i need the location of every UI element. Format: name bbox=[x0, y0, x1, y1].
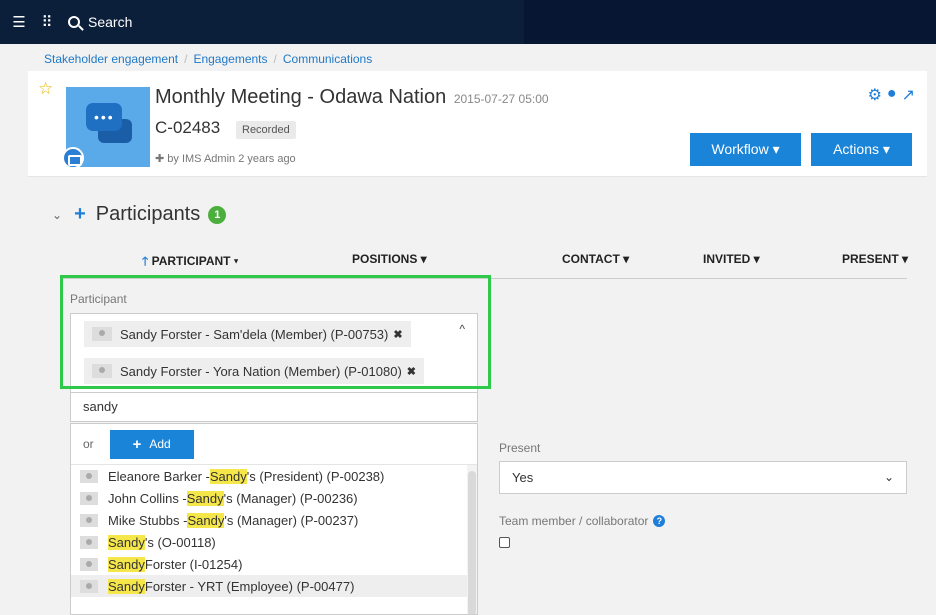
person-icon bbox=[80, 513, 98, 527]
chevron-down-icon: ⌄ bbox=[883, 470, 894, 484]
result-text: John Collins - bbox=[108, 490, 187, 506]
top-navigation-bar: ☰ ⠿ Search bbox=[0, 0, 936, 44]
created-by-byline: ✚ by IMS Admin 2 years ago bbox=[155, 152, 296, 165]
result-text: Forster (I-01254) bbox=[144, 556, 243, 572]
search-result-item[interactable]: Sandy Forster - YRT (Employee) (P-00477) bbox=[71, 575, 477, 597]
help-question-icon[interactable]: ? bbox=[653, 515, 666, 527]
column-header-invited[interactable]: INVITED ▾ bbox=[703, 252, 760, 266]
or-label: or bbox=[83, 437, 94, 451]
search-match-highlight: Sandy bbox=[108, 556, 145, 572]
favorite-star-icon[interactable]: ☆ bbox=[38, 79, 53, 99]
highlight-box bbox=[60, 275, 491, 389]
breadcrumb-link-communications[interactable]: Communications bbox=[283, 52, 372, 66]
status-badge: Recorded bbox=[236, 121, 296, 139]
record-title: Monthly Meeting - Odawa Nation bbox=[155, 86, 447, 108]
result-text: 's (Manager) (P-00237) bbox=[224, 512, 359, 528]
result-text: Eleanore Barker - bbox=[108, 468, 210, 484]
add-participant-plus-icon[interactable]: + bbox=[74, 203, 86, 226]
person-icon bbox=[80, 579, 98, 593]
page-title: Monthly Meeting - Odawa Nation 2015-07-2… bbox=[155, 86, 549, 109]
results-list: Eleanore Barker - Sandy's (President) (P… bbox=[71, 465, 477, 597]
breadcrumb: Stakeholder engagement / Engagements / Commu… bbox=[44, 52, 373, 66]
breadcrumb-link-engagements[interactable]: Engagements bbox=[193, 52, 267, 66]
participant-count-badge: 1 bbox=[208, 205, 227, 224]
record-code: C-02483 bbox=[155, 118, 221, 137]
top-bar-right-area bbox=[524, 0, 936, 44]
person-icon bbox=[80, 491, 98, 505]
dropdown-scrollbar[interactable] bbox=[467, 465, 477, 614]
team-member-checkbox[interactable] bbox=[499, 537, 510, 548]
add-button[interactable]: + Add bbox=[109, 429, 194, 459]
person-icon bbox=[80, 557, 98, 571]
team-member-field-label: Team member / collaborator ? bbox=[499, 514, 666, 528]
search-match-highlight: Sandy bbox=[108, 534, 145, 550]
search-result-item[interactable]: Mike Stubbs - Sandy's (Manager) (P-00237… bbox=[71, 509, 477, 531]
result-text: 's (O-00118) bbox=[144, 534, 216, 550]
camera-icon[interactable] bbox=[62, 147, 84, 169]
person-icon bbox=[80, 469, 98, 483]
global-search[interactable]: Search bbox=[68, 14, 132, 30]
section-title: Participants bbox=[95, 203, 201, 225]
search-icon bbox=[68, 16, 80, 28]
scrollbar-thumb[interactable] bbox=[468, 471, 476, 614]
chat-bubble-icon: ••• bbox=[86, 103, 122, 131]
add-new-row: or + Add bbox=[71, 424, 477, 465]
plus-icon: ✚ bbox=[155, 153, 168, 165]
search-result-item[interactable]: Eleanore Barker - Sandy's (President) (P… bbox=[71, 465, 477, 487]
search-result-item[interactable]: Sandy Forster (I-01254) bbox=[71, 553, 477, 575]
column-header-present[interactable]: PRESENT ▾ bbox=[842, 252, 908, 266]
search-result-item[interactable]: John Collins - Sandy's (Manager) (P-0023… bbox=[71, 487, 477, 509]
globe-icon[interactable]: ● bbox=[887, 85, 897, 105]
person-icon bbox=[80, 535, 98, 549]
search-match-highlight: Sandy bbox=[187, 512, 225, 528]
search-match-highlight: Sandy bbox=[108, 578, 145, 594]
breadcrumb-link-stakeholder-engagement[interactable]: Stakeholder engagement bbox=[44, 52, 178, 66]
collapse-chevron-icon[interactable]: ⌄ bbox=[52, 208, 62, 222]
byline-text: by IMS Admin 2 years ago bbox=[167, 153, 296, 165]
record-datetime: 2015-07-27 05:00 bbox=[453, 92, 549, 106]
column-header-participant[interactable]: 🡑 PARTICIPANT ▾ bbox=[142, 252, 238, 273]
actions-button[interactable]: Actions ▾ bbox=[811, 133, 912, 166]
present-select-value: Yes bbox=[512, 470, 534, 485]
search-match-highlight: Sandy bbox=[209, 468, 247, 484]
column-header-contact[interactable]: CONTACT ▾ bbox=[562, 252, 629, 266]
present-select[interactable]: Yes ⌄ bbox=[499, 461, 907, 494]
search-match-highlight: Sandy bbox=[186, 490, 224, 506]
result-text: Mike Stubbs - bbox=[108, 512, 188, 528]
settings-gear-icon[interactable]: ⚙ bbox=[868, 85, 882, 105]
participant-search-input[interactable]: sandy bbox=[70, 393, 478, 422]
list-menu-icon[interactable]: ☰ bbox=[10, 13, 28, 31]
participant-results-dropdown: or + Add Eleanore Barker - Sandy's (Presi… bbox=[70, 423, 478, 615]
result-text: 's (Manager) (P-00236) bbox=[223, 490, 358, 506]
apps-grid-icon[interactable]: ⠿ bbox=[38, 13, 56, 31]
participants-section-header: ⌄ + Participants 1 bbox=[52, 203, 227, 226]
result-text: Forster - YRT (Employee) (P-00477) bbox=[144, 578, 355, 594]
workflow-button[interactable]: Workflow ▾ bbox=[690, 133, 801, 166]
column-header-positions[interactable]: POSITIONS ▾ bbox=[352, 252, 427, 266]
share-icon[interactable]: ↗ bbox=[902, 85, 915, 105]
search-label: Search bbox=[88, 14, 133, 30]
header-icon-group: ⚙ ● ↗ bbox=[868, 85, 915, 105]
plus-icon: + bbox=[132, 435, 142, 453]
record-header-card: ☆ ••• Monthly Meeting - Odawa Nation 201… bbox=[28, 71, 927, 177]
result-text: 's (President) (P-00238) bbox=[246, 468, 385, 484]
search-result-item[interactable]: Sandy's (O-00118) bbox=[71, 531, 477, 553]
present-field-label: Present bbox=[499, 441, 541, 455]
